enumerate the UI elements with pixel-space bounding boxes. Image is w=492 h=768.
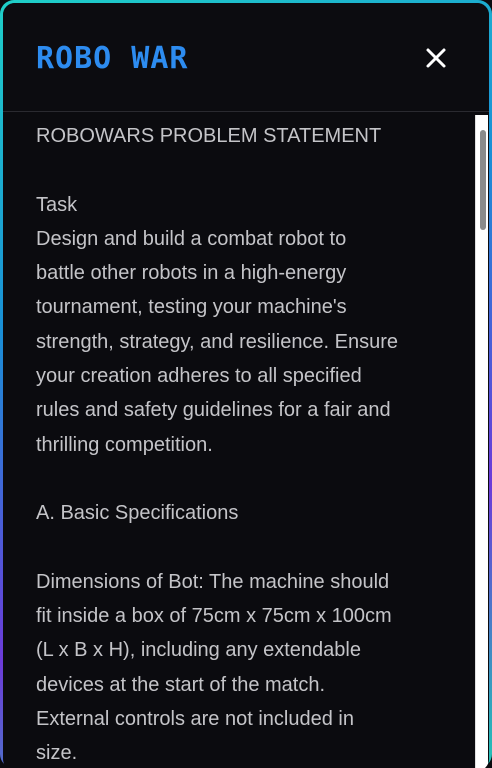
scrollbar[interactable] [475,115,488,768]
modal-header: ROBO WAR [3,3,489,112]
close-button[interactable] [421,43,451,73]
close-icon [426,48,446,68]
modal-title: ROBO WAR [36,41,189,76]
problem-statement-text: ROBOWARS PROBLEM STATEMENT Task Design a… [36,125,399,765]
scrollbar-thumb[interactable] [480,130,486,230]
robo-war-modal: ROBO WAR ROBOWARS PROBLEM STATEMENT Task… [3,3,489,768]
modal-body[interactable]: ROBOWARS PROBLEM STATEMENT Task Design a… [3,112,473,768]
